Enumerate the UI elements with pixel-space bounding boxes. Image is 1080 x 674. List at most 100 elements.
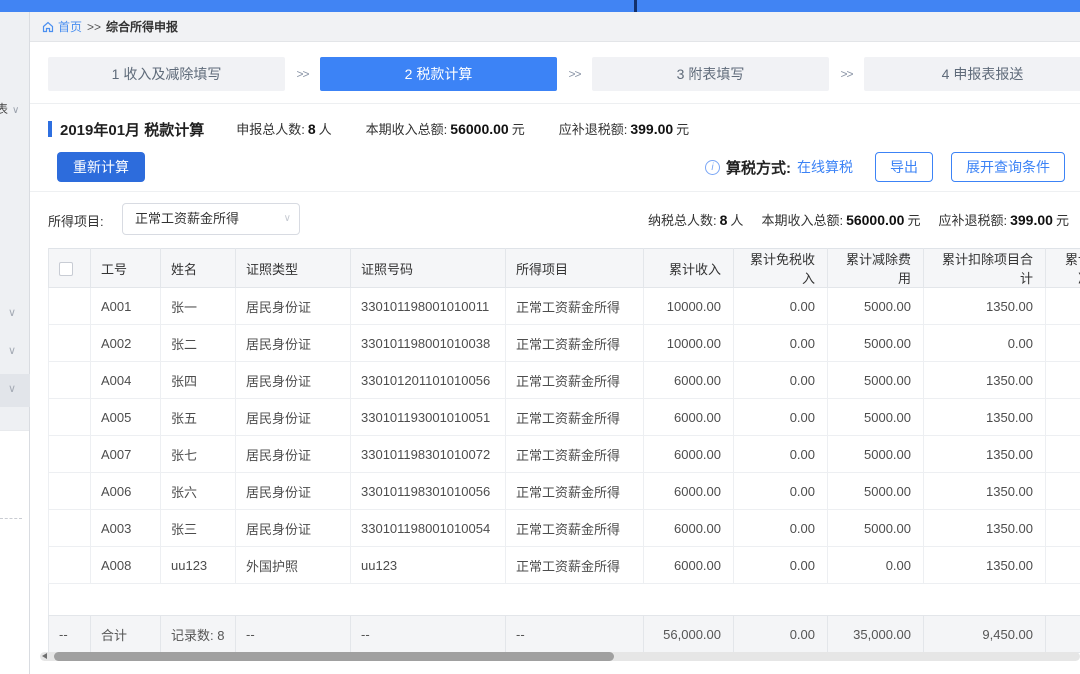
tax-table-zone: 工号姓名证照类型证照号码所得项目累计收入累计免税收入累计减除费用累计扣除项目合计…: [48, 248, 1080, 653]
row-cell: 0.00: [734, 473, 828, 510]
income-item-select[interactable]: 正常工资薪金所得 ∨: [122, 203, 300, 235]
row-select-cell: [49, 399, 91, 436]
row-cell: A003: [91, 510, 161, 547]
stat-label: 申报总人数:: [236, 122, 305, 137]
step-2-tab[interactable]: 2 税款计算: [320, 57, 557, 91]
row-select-cell: [49, 473, 91, 510]
section-divider: [30, 103, 1080, 104]
chevron-down-icon[interactable]: ∨: [8, 382, 30, 395]
row-cell: 0.00: [828, 547, 924, 584]
row-select-cell: [49, 510, 91, 547]
row-select-cell: [49, 547, 91, 584]
row-cell: 0.00: [734, 288, 828, 325]
table-row[interactable]: A007张七居民身份证330101198301010072正常工资薪金所得600…: [49, 436, 1080, 473]
scroll-left-arrow-icon[interactable]: [42, 653, 47, 659]
row-cell: [1046, 325, 1080, 362]
chevron-down-icon[interactable]: ∨: [8, 344, 30, 357]
row-cell: 正常工资薪金所得: [506, 399, 644, 436]
step-3-tab[interactable]: 3 附表填写: [592, 57, 829, 91]
row-cell: 张二: [161, 325, 236, 362]
sidebar-item-collapsed[interactable]: 表∨: [0, 100, 30, 117]
tax-mode-value-link[interactable]: 在线算税: [797, 157, 853, 177]
tax-table: 工号姓名证照类型证照号码所得项目累计收入累计免税收入累计减除费用累计扣除项目合计…: [48, 248, 1080, 584]
app-window: 表∨ ∨ ∨ ∨ 首页 >> 综合所得申报 1 收入及减除填写>>2 税款计算>…: [0, 0, 1080, 674]
row-cell: 0.00: [734, 436, 828, 473]
row-cell: 1350.00: [924, 510, 1046, 547]
stat-label: 应补退税额:: [559, 122, 628, 137]
step-wizard: 1 收入及减除填写>>2 税款计算>>3 附表填写>>4 申报表报送: [48, 57, 1080, 91]
scrollbar-thumb[interactable]: [54, 652, 614, 661]
row-cell: 正常工资薪金所得: [506, 325, 644, 362]
row-cell: [1046, 510, 1080, 547]
column-header: 累计免税收入: [734, 249, 828, 288]
table-row[interactable]: A004张四居民身份证330101201101010056正常工资薪金所得600…: [49, 362, 1080, 399]
expand-query-button[interactable]: 展开查询条件: [951, 152, 1065, 182]
step-separator: >>: [557, 67, 592, 81]
breadcrumb-separator: >>: [87, 20, 101, 34]
table-row[interactable]: A003张三居民身份证330101198001010054正常工资薪金所得600…: [49, 510, 1080, 547]
column-header: 累计减除费用: [828, 249, 924, 288]
row-cell: 居民身份证: [236, 362, 351, 399]
total-cell: 合计: [91, 616, 161, 653]
row-cell: 5000.00: [828, 436, 924, 473]
row-cell: 1350.00: [924, 473, 1046, 510]
row-cell: 正常工资薪金所得: [506, 288, 644, 325]
breadcrumb-current: 综合所得申报: [106, 18, 178, 35]
row-cell: 张三: [161, 510, 236, 547]
chevron-down-icon[interactable]: ∨: [8, 306, 30, 319]
filter-row: 所得项目: 正常工资薪金所得 ∨ 纳税总人数:8人本期收入总额:56000.00…: [30, 203, 1080, 235]
sidebar-lower-panel: [0, 430, 29, 674]
row-cell: [1046, 473, 1080, 510]
total-cell: [1046, 616, 1080, 653]
row-cell: 外国护照: [236, 547, 351, 584]
table-row[interactable]: A008uu123外国护照uu123正常工资薪金所得6000.000.000.0…: [49, 547, 1080, 584]
row-cell: A001: [91, 288, 161, 325]
recalculate-button[interactable]: 重新计算: [57, 152, 145, 182]
table-row[interactable]: A001张一居民身份证330101198001010011正常工资薪金所得100…: [49, 288, 1080, 325]
row-cell: [1046, 436, 1080, 473]
export-button[interactable]: 导出: [875, 152, 933, 182]
toolbar-right-group: i 算税方式: 在线算税 导出 展开查询条件: [705, 152, 1065, 182]
info-circle-icon: i: [705, 160, 720, 175]
row-cell: uu123: [351, 547, 506, 584]
row-cell: 居民身份证: [236, 325, 351, 362]
row-cell: [1046, 399, 1080, 436]
column-header: 姓名: [161, 249, 236, 288]
stat-unit: 元: [512, 122, 525, 137]
row-cell: [1046, 288, 1080, 325]
row-cell: 330101198301010056: [351, 473, 506, 510]
row-cell: 330101198001010038: [351, 325, 506, 362]
row-cell: 张五: [161, 399, 236, 436]
select-all-header-cell: [49, 249, 91, 288]
step-1-tab[interactable]: 1 收入及减除填写: [48, 57, 285, 91]
breadcrumb-home-link[interactable]: 首页: [42, 18, 82, 35]
row-cell: 居民身份证: [236, 288, 351, 325]
stat-value: 399.00: [630, 121, 673, 137]
row-cell: 10000.00: [644, 288, 734, 325]
row-cell: 居民身份证: [236, 510, 351, 547]
sidebar-item-label: 表: [0, 102, 8, 116]
summary-stats: 申报总人数:8人本期收入总额:56000.00元应补退税额:399.00元: [236, 119, 723, 139]
horizontal-scrollbar[interactable]: [40, 652, 1080, 661]
filter-stats: 纳税总人数:8人本期收入总额:56000.00元应补退税额:399.00元: [648, 210, 1080, 230]
row-cell: 5000.00: [828, 362, 924, 399]
row-cell: 6000.00: [644, 510, 734, 547]
total-cell: --: [236, 616, 351, 653]
stat-label: 本期收入总额:: [761, 213, 843, 228]
chevron-down-icon: ∨: [12, 105, 19, 116]
step-4-tab[interactable]: 4 申报表报送: [864, 57, 1080, 91]
table-row[interactable]: A006张六居民身份证330101198301010056正常工资薪金所得600…: [49, 473, 1080, 510]
row-cell: A007: [91, 436, 161, 473]
stat-unit: 元: [907, 213, 920, 228]
income-item-label: 所得项目:: [48, 211, 104, 230]
left-sidebar: 表∨ ∨ ∨ ∨: [0, 12, 30, 674]
breadcrumb: 首页 >> 综合所得申报: [30, 12, 1080, 42]
select-all-checkbox[interactable]: [59, 262, 73, 276]
stat-item: 应补退税额:399.00元: [559, 122, 689, 137]
step-separator: >>: [829, 67, 864, 81]
stat-item: 纳税总人数:8人: [648, 213, 743, 228]
row-cell: 1350.00: [924, 436, 1046, 473]
stat-label: 纳税总人数:: [648, 213, 717, 228]
table-row[interactable]: A005张五居民身份证330101193001010051正常工资薪金所得600…: [49, 399, 1080, 436]
table-row[interactable]: A002张二居民身份证330101198001010038正常工资薪金所得100…: [49, 325, 1080, 362]
